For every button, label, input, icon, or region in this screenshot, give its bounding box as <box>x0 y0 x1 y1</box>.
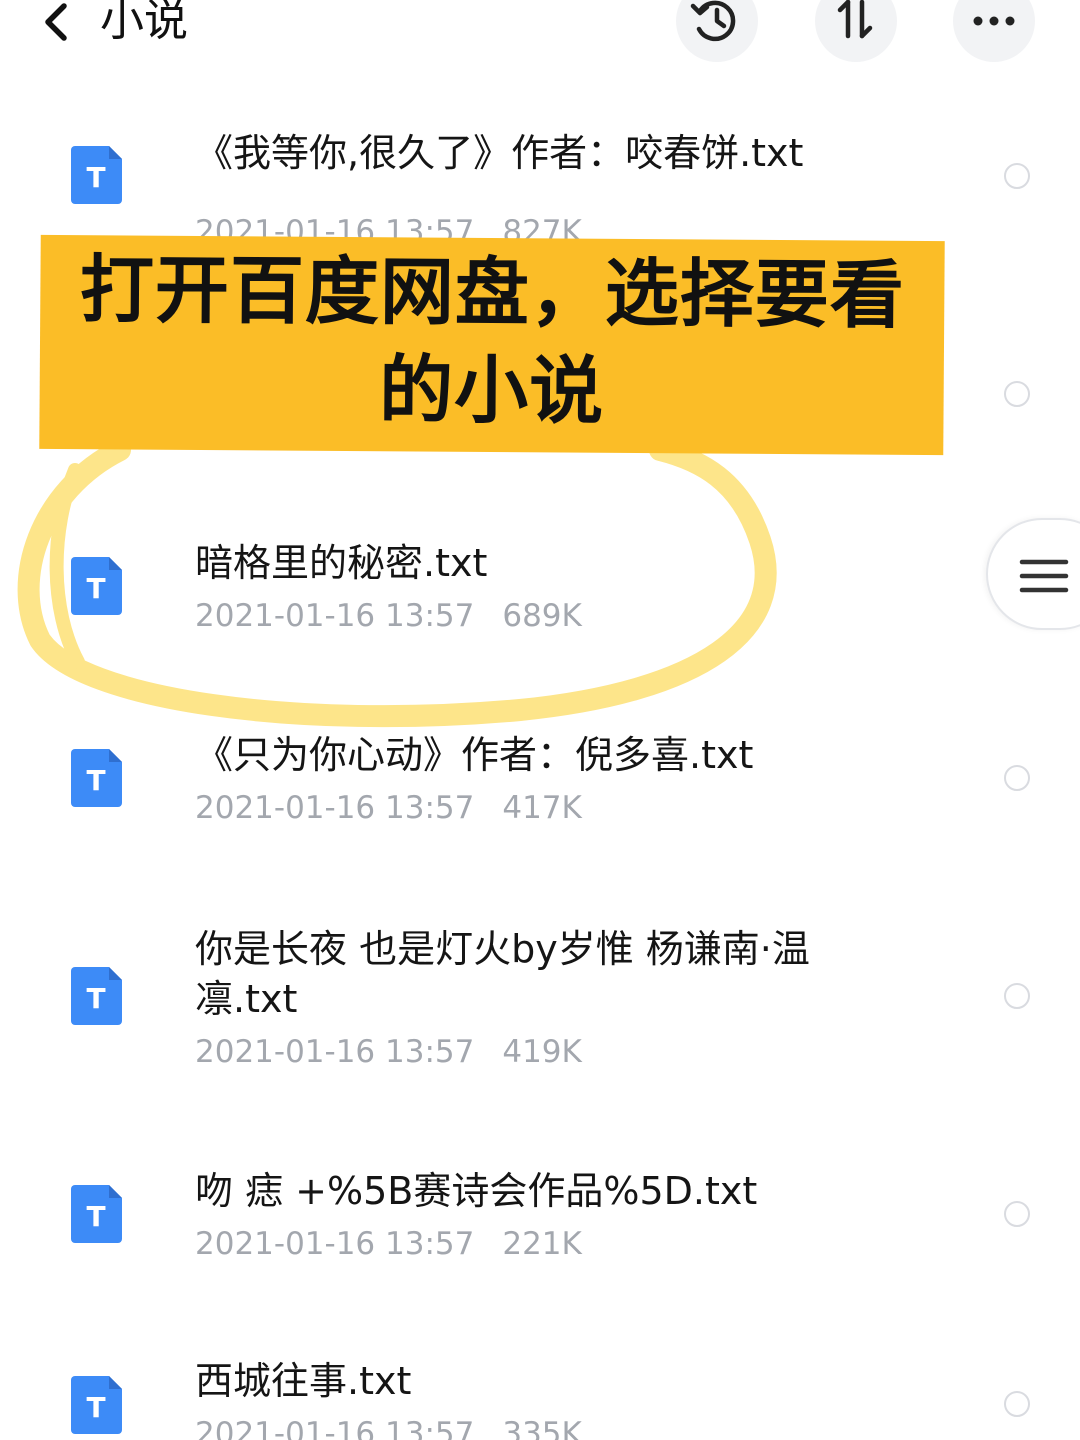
header: 小说 <box>0 0 1080 70</box>
select-checkbox[interactable] <box>1004 1201 1030 1227</box>
file-meta: 2021-01-16 13:57 335K <box>195 1416 582 1440</box>
file-meta: 2021-01-16 13:57 221K <box>195 1226 582 1262</box>
txt-file-icon: T <box>71 146 122 204</box>
annotation-line-1: 打开百度网盘，选择要看 <box>79 247 906 339</box>
file-date: 2021-01-16 13:57 <box>195 1034 475 1070</box>
svg-text:T: T <box>86 764 105 797</box>
txt-file-icon: T <box>71 557 122 615</box>
file-meta: 2021-01-16 13:57 689K <box>195 598 582 634</box>
file-item[interactable]: T 吻 痣 +%5B赛诗会作品%5D.txt 2021-01-16 13:57 2… <box>0 1150 1080 1290</box>
file-meta: 2021-01-16 13:57 419K <box>195 1034 582 1070</box>
txt-file-icon: T <box>71 749 122 807</box>
svg-text:T: T <box>86 1391 105 1424</box>
file-size: 417K <box>502 790 582 826</box>
file-size: 689K <box>502 598 582 634</box>
file-meta: 2021-01-16 13:57 417K <box>195 790 582 826</box>
file-name: 《我等你,很久了》作者：咬春饼.txt <box>195 131 804 175</box>
svg-text:T: T <box>86 161 105 194</box>
txt-file-icon: T <box>71 1185 122 1243</box>
file-name: 暗格里的秘密.txt <box>195 541 488 585</box>
svg-text:T: T <box>86 982 105 1015</box>
file-size: 221K <box>502 1226 582 1262</box>
chevron-left-icon <box>45 3 67 41</box>
file-name: 西城往事.txt <box>195 1359 412 1403</box>
file-item[interactable]: T 你是长夜 也是灯火by岁惟 杨谦南·温凛.txt 2021-01-16 13… <box>0 920 1080 1090</box>
txt-file-icon: T <box>71 1376 122 1434</box>
page-title: 小说 <box>100 0 188 46</box>
file-date: 2021-01-16 13:57 <box>195 1416 475 1440</box>
more-icon <box>973 16 1015 26</box>
file-name: 吻 痣 +%5B赛诗会作品%5D.txt <box>195 1169 758 1213</box>
annotation-text: 打开百度网盘，选择要看 的小说 <box>39 241 944 443</box>
file-date: 2021-01-16 13:57 <box>195 598 475 634</box>
select-checkbox[interactable] <box>1004 381 1030 407</box>
annotation-banner: 打开百度网盘，选择要看 的小说 <box>39 234 945 456</box>
select-checkbox[interactable] <box>1004 983 1030 1009</box>
sort-button[interactable] <box>815 0 897 62</box>
file-item[interactable]: T 西城往事.txt 2021-01-16 13:57 335K <box>0 1340 1080 1440</box>
file-date: 2021-01-16 13:57 <box>195 790 475 826</box>
file-name: 《只为你心动》作者：倪多喜.txt <box>195 733 754 777</box>
svg-text:T: T <box>86 572 105 605</box>
svg-text:T: T <box>86 1200 105 1233</box>
menu-icon <box>1019 559 1069 593</box>
file-item[interactable]: T 暗格里的秘密.txt 2021-01-16 13:57 689K <box>0 520 1080 660</box>
annotation-line-2: 的小说 <box>378 347 605 435</box>
back-button[interactable] <box>34 0 84 50</box>
history-button[interactable] <box>676 0 758 62</box>
file-date: 2021-01-16 13:57 <box>195 1226 475 1262</box>
more-button[interactable] <box>953 0 1035 62</box>
txt-file-icon: T <box>71 967 122 1025</box>
file-size: 335K <box>502 1416 582 1440</box>
sort-icon <box>837 0 873 39</box>
file-item[interactable]: T 《只为你心动》作者：倪多喜.txt 2021-01-16 13:57 417K <box>0 712 1080 852</box>
file-name: 你是长夜 也是灯火by岁惟 杨谦南·温凛.txt <box>195 927 810 1021</box>
select-checkbox[interactable] <box>1004 765 1030 791</box>
history-icon <box>690 0 736 42</box>
select-checkbox[interactable] <box>1004 163 1030 189</box>
file-size: 419K <box>502 1034 582 1070</box>
select-checkbox[interactable] <box>1004 1391 1030 1417</box>
page: 小说 T 《我等你,很久了》作者：咬春饼.txt 2021-01-16 13:5… <box>0 0 1080 1440</box>
